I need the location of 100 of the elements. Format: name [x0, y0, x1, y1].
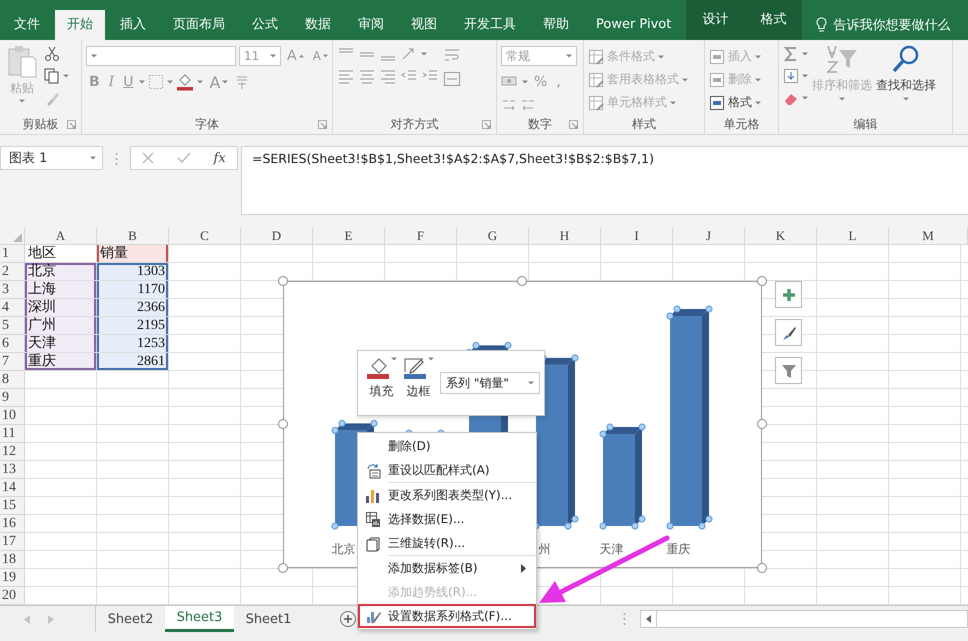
ribbon-tab[interactable]: 帮助	[531, 10, 581, 40]
column-header[interactable]: F	[385, 228, 457, 245]
sheet-tab[interactable]: Sheet3	[165, 606, 234, 632]
border-icon[interactable]	[148, 74, 164, 90]
ribbon-tab[interactable]: 开始	[55, 10, 105, 40]
column-header[interactable]: L	[817, 228, 889, 245]
ribbon-tab[interactable]: 文件	[2, 10, 52, 40]
decrease-decimal-icon[interactable]	[520, 98, 536, 112]
dialog-launcher-icon[interactable]	[318, 120, 327, 129]
row-header[interactable]: 17	[0, 533, 25, 551]
check-icon[interactable]	[176, 152, 191, 164]
column-header[interactable]: D	[241, 228, 313, 245]
row-header[interactable]: 8	[0, 371, 25, 389]
sheet-tab[interactable]: Sheet2	[96, 606, 165, 632]
row-header[interactable]: 4	[0, 299, 25, 317]
column-header[interactable]: C	[169, 228, 241, 245]
context-menu-item[interactable]: 设置数据系列格式(F)...	[358, 604, 536, 628]
column-header[interactable]: B	[97, 228, 169, 245]
context-menu-item[interactable]: 选择数据(E)...	[358, 507, 536, 531]
column-bar[interactable]	[600, 424, 646, 530]
row-header[interactable]: 20	[0, 587, 25, 605]
ribbon-tab[interactable]: 开发工具	[452, 10, 528, 40]
dialog-launcher-icon[interactable]	[482, 120, 491, 129]
table-cell: 重庆	[25, 353, 96, 370]
align-center-icon[interactable]	[358, 68, 376, 84]
dialog-launcher-icon[interactable]	[67, 120, 76, 129]
column-header[interactable]: A	[25, 228, 97, 245]
copy-icon[interactable]	[44, 68, 60, 84]
scroll-right-icon[interactable]	[48, 614, 54, 624]
outline-button[interactable]: 边框	[403, 357, 434, 400]
column-header[interactable]: M	[889, 228, 968, 245]
caret-up-icon	[298, 54, 304, 58]
chart-filters-button[interactable]	[775, 357, 802, 384]
row-header[interactable]: 5	[0, 317, 25, 335]
paint-bucket-icon[interactable]	[176, 73, 194, 91]
align-right-icon[interactable]	[379, 68, 397, 84]
context-menu-item[interactable]: 更改系列图表类型(Y)...	[358, 483, 536, 507]
row-header[interactable]: 6	[0, 335, 25, 353]
series-dropdown[interactable]: 系列 "销量"	[440, 372, 540, 394]
name-box[interactable]: 图表 1	[0, 146, 103, 170]
formula-field[interactable]: =SERIES(Sheet3!$B$1,Sheet3!$A$2:$A$7,Sheet3!$B$2:$B$7,1)	[241, 146, 968, 215]
column-header[interactable]: I	[601, 228, 673, 245]
ribbon-tab[interactable]: 插入	[108, 10, 158, 40]
row-header[interactable]: 9	[0, 389, 25, 407]
font-name-field[interactable]	[86, 46, 236, 66]
ribbon-tab[interactable]: 数据	[293, 10, 343, 40]
ribbon-menu-button[interactable]: 格式	[709, 92, 761, 113]
align-left-icon[interactable]	[337, 68, 355, 84]
sigma-icon[interactable]	[783, 46, 799, 62]
context-menu-item[interactable]: 删除(D)	[358, 434, 536, 458]
ribbon-tab[interactable]: 页面布局	[161, 10, 237, 40]
ribbon-tab[interactable]: Power Pivot	[584, 10, 684, 40]
merge-cells-icon[interactable]	[443, 70, 461, 88]
sort-filter-icon	[825, 44, 859, 74]
horizontal-scrollbar[interactable]	[640, 610, 968, 628]
column-header[interactable]: E	[313, 228, 385, 245]
increase-decimal-icon[interactable]	[501, 98, 517, 112]
row-header[interactable]: 14	[0, 479, 25, 497]
row-header[interactable]: 7	[0, 353, 25, 371]
row-header[interactable]: 1	[0, 245, 25, 263]
column-header[interactable]: K	[745, 228, 817, 245]
row-header[interactable]: 2	[0, 263, 25, 281]
axis-label: 重庆	[666, 541, 690, 558]
caret-icon	[802, 74, 808, 78]
row-header[interactable]: 12	[0, 443, 25, 461]
caret-icon	[167, 80, 174, 84]
fill-down-icon[interactable]	[783, 68, 799, 84]
column-bar[interactable]	[666, 306, 712, 530]
caret-icon	[421, 52, 427, 56]
ribbon-large-button[interactable]: 查找和选择	[876, 44, 936, 114]
row-header[interactable]: 3	[0, 281, 25, 299]
add-sheet-icon[interactable]	[339, 610, 357, 628]
dialog-launcher-icon[interactable]	[569, 120, 578, 129]
sheet-tab[interactable]: Sheet1	[234, 606, 303, 632]
insert-function-button[interactable]: fx	[214, 150, 226, 166]
row-header[interactable]: 18	[0, 551, 25, 569]
fill-button[interactable]: 填充	[366, 357, 397, 400]
scissors-icon[interactable]	[44, 46, 60, 62]
row-header[interactable]: 13	[0, 461, 25, 479]
chart-styles-button[interactable]	[775, 319, 802, 346]
scroll-left-icon[interactable]	[646, 615, 651, 623]
group-label: 对齐方式	[390, 116, 438, 132]
column-header[interactable]: J	[673, 228, 745, 245]
row-header[interactable]: 11	[0, 425, 25, 443]
cancel-icon[interactable]	[142, 152, 154, 164]
select-all-icon[interactable]	[13, 233, 22, 242]
ribbon-tab[interactable]: 设计	[686, 0, 744, 40]
row-header[interactable]: 10	[0, 407, 25, 425]
row-header[interactable]: 15	[0, 497, 25, 515]
column-header[interactable]: H	[529, 228, 601, 245]
ribbon-tab[interactable]: 审阅	[346, 10, 396, 40]
row-header[interactable]: 19	[0, 569, 25, 587]
ribbon-tab[interactable]: 公式	[240, 10, 290, 40]
caret-icon	[755, 100, 761, 104]
chart-elements-button[interactable]	[775, 281, 802, 308]
tell-me-search[interactable]: 告诉我你想要做什么	[802, 10, 950, 40]
row-header[interactable]: 16	[0, 515, 25, 533]
ribbon-tab[interactable]: 视图	[399, 10, 449, 40]
column-header[interactable]: G	[457, 228, 529, 245]
ribbon-tab[interactable]: 格式	[744, 0, 802, 40]
